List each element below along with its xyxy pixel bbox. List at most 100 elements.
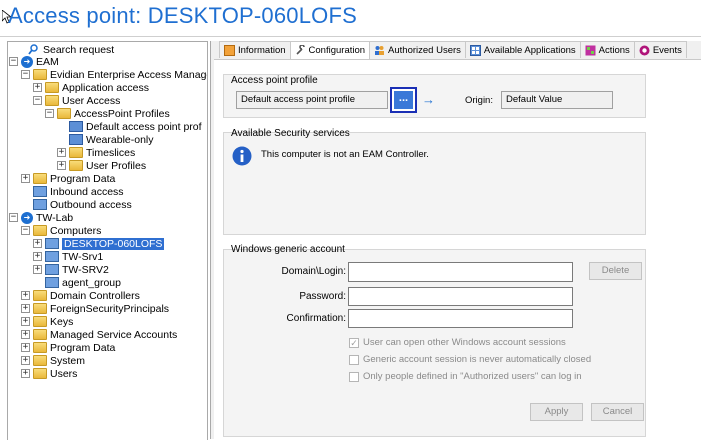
events-icon: [639, 45, 650, 55]
tree-item-wearable-only[interactable]: Wearable-only: [69, 133, 154, 146]
collapse-icon[interactable]: −: [33, 96, 42, 105]
expand-icon[interactable]: +: [21, 369, 30, 378]
tree-item-foreign-security-principals[interactable]: + ForeignSecurityPrincipals: [21, 302, 169, 315]
tree-item-inbound-access[interactable]: Inbound access: [33, 185, 124, 198]
expand-icon[interactable]: +: [33, 83, 42, 92]
checkbox-open-other-sessions[interactable]: ✓ User can open other Windows account se…: [349, 337, 566, 348]
tree-item-accesspoint-profiles[interactable]: − AccessPoint Profiles: [45, 107, 170, 120]
expand-icon[interactable]: +: [57, 148, 66, 157]
tree-item-agent-group[interactable]: agent_group: [45, 276, 121, 289]
tree-item-computers[interactable]: − Computers: [21, 224, 101, 237]
tree-item-label: TW-SRV2: [62, 263, 109, 276]
expand-icon[interactable]: +: [21, 174, 30, 183]
tab-label: Events: [652, 44, 682, 56]
checkbox-icon[interactable]: [349, 371, 359, 382]
tab-label: Authorized Users: [388, 44, 461, 56]
apps-icon: [469, 44, 481, 56]
tab-authorized-users[interactable]: Authorized Users: [369, 41, 466, 58]
tab-information[interactable]: Information: [219, 41, 291, 58]
tree-item-tw-srv2[interactable]: + TW-SRV2: [33, 263, 109, 276]
tree-item-timeslices[interactable]: + Timeslices: [57, 146, 135, 159]
folder-icon: [69, 160, 83, 171]
folder-icon: [69, 147, 83, 158]
tree-item-label: EAM: [36, 55, 59, 68]
tree-item-users[interactable]: + Users: [21, 367, 77, 380]
password-input[interactable]: [348, 287, 573, 306]
access-point-profile-field: Default access point profile: [236, 91, 388, 109]
tree-item-label: Evidian Enterprise Access Managem: [50, 68, 208, 81]
folder-icon: [33, 303, 47, 314]
tree-item-program-data[interactable]: + Program Data: [21, 172, 115, 185]
collapse-icon[interactable]: −: [21, 226, 30, 235]
tree-item-label: Wearable-only: [86, 133, 154, 146]
tree-item-program-data-2[interactable]: + Program Data: [21, 341, 115, 354]
folder-icon: [33, 316, 47, 327]
tab-actions[interactable]: Actions: [579, 41, 635, 58]
tree-item-eam[interactable]: − ➜ EAM: [9, 55, 59, 68]
expand-icon[interactable]: +: [33, 252, 42, 261]
tree-item-system[interactable]: + System: [21, 354, 85, 367]
checkbox-icon[interactable]: [349, 354, 359, 365]
tree-item-user-access[interactable]: − User Access: [33, 94, 120, 107]
wrench-icon: [295, 45, 305, 55]
tree-item-default-profile[interactable]: Default access point prof: [69, 120, 202, 133]
tree-item-tw-lab[interactable]: − ➜ TW-Lab: [9, 211, 73, 224]
tree-item-evidian[interactable]: − Evidian Enterprise Access Managem: [21, 68, 208, 81]
tree-item-domain-controllers[interactable]: + Domain Controllers: [21, 289, 140, 302]
title-bar: Access point: DESKTOP-060LOFS: [0, 0, 701, 37]
tree-item-user-profiles[interactable]: + User Profiles: [57, 159, 146, 172]
navigation-tree[interactable]: Search request − ➜ EAM − Evidian Enterpr…: [7, 41, 208, 440]
tree-item-keys[interactable]: + Keys: [21, 315, 73, 328]
tab-configuration[interactable]: Configuration: [289, 41, 371, 59]
info-icon: [232, 146, 252, 166]
collapse-icon[interactable]: −: [21, 70, 30, 79]
window-title: Access point: DESKTOP-060LOFS: [8, 3, 357, 28]
go-arrow-icon[interactable]: →: [422, 92, 435, 107]
tree-item-managed-service-accounts[interactable]: + Managed Service Accounts: [21, 328, 177, 341]
confirmation-input[interactable]: [348, 309, 573, 328]
tab-events[interactable]: Events: [633, 41, 687, 58]
tree-item-application-access[interactable]: + Application access: [33, 81, 149, 94]
eam-icon: ➜: [21, 55, 33, 68]
checkbox-never-closed[interactable]: Generic account session is never automat…: [349, 354, 591, 365]
security-services-label: Available Security services: [231, 128, 350, 139]
folder-icon: [45, 95, 59, 106]
checkbox-authorized-only[interactable]: Only people defined in "Authorized users…: [349, 371, 582, 382]
folder-icon: [33, 355, 47, 366]
tree-item-label: System: [50, 354, 86, 367]
collapse-icon[interactable]: −: [9, 213, 18, 222]
collapse-icon[interactable]: −: [45, 109, 54, 118]
tree-item-label: TW-Srv1: [62, 250, 104, 263]
configuration-content: Access point profile Default access poin…: [214, 59, 701, 440]
folder-icon: [33, 342, 47, 353]
folder-icon: [33, 69, 47, 80]
checkbox-label: User can open other Windows account sess…: [363, 337, 566, 348]
expand-icon[interactable]: +: [21, 343, 30, 352]
tab-label: Configuration: [308, 45, 366, 56]
collapse-icon[interactable]: −: [9, 57, 18, 66]
apply-button[interactable]: Apply: [530, 403, 583, 421]
domain-login-label: Domain\Login:: [281, 266, 346, 277]
info-tab-icon: [224, 44, 235, 56]
expand-icon[interactable]: +: [21, 330, 30, 339]
tree-item-desktop-060lofs[interactable]: + DESKTOP-060LOFS: [33, 237, 165, 250]
tree-item-label: ForeignSecurityPrincipals: [50, 302, 170, 315]
folder-icon: [33, 173, 47, 184]
tab-available-applications[interactable]: Available Applications: [464, 41, 581, 58]
checkbox-checked-icon[interactable]: ✓: [349, 337, 359, 348]
tree-item-tw-srv1[interactable]: + TW-Srv1: [33, 250, 103, 263]
delete-button[interactable]: Delete: [589, 262, 642, 280]
expand-icon[interactable]: +: [21, 317, 30, 326]
browse-button[interactable]: ...: [394, 91, 413, 109]
expand-icon[interactable]: +: [33, 265, 42, 274]
checkbox-label: Only people defined in "Authorized users…: [363, 371, 582, 382]
expand-icon[interactable]: +: [57, 161, 66, 170]
tree-item-outbound-access[interactable]: Outbound access: [33, 198, 132, 211]
domain-login-input[interactable]: [348, 262, 573, 282]
expand-icon[interactable]: +: [21, 304, 30, 313]
profile-icon: [69, 134, 83, 145]
cancel-button[interactable]: Cancel: [591, 403, 644, 421]
expand-icon[interactable]: +: [21, 356, 30, 365]
expand-icon[interactable]: +: [21, 291, 30, 300]
expand-icon[interactable]: +: [33, 239, 42, 248]
